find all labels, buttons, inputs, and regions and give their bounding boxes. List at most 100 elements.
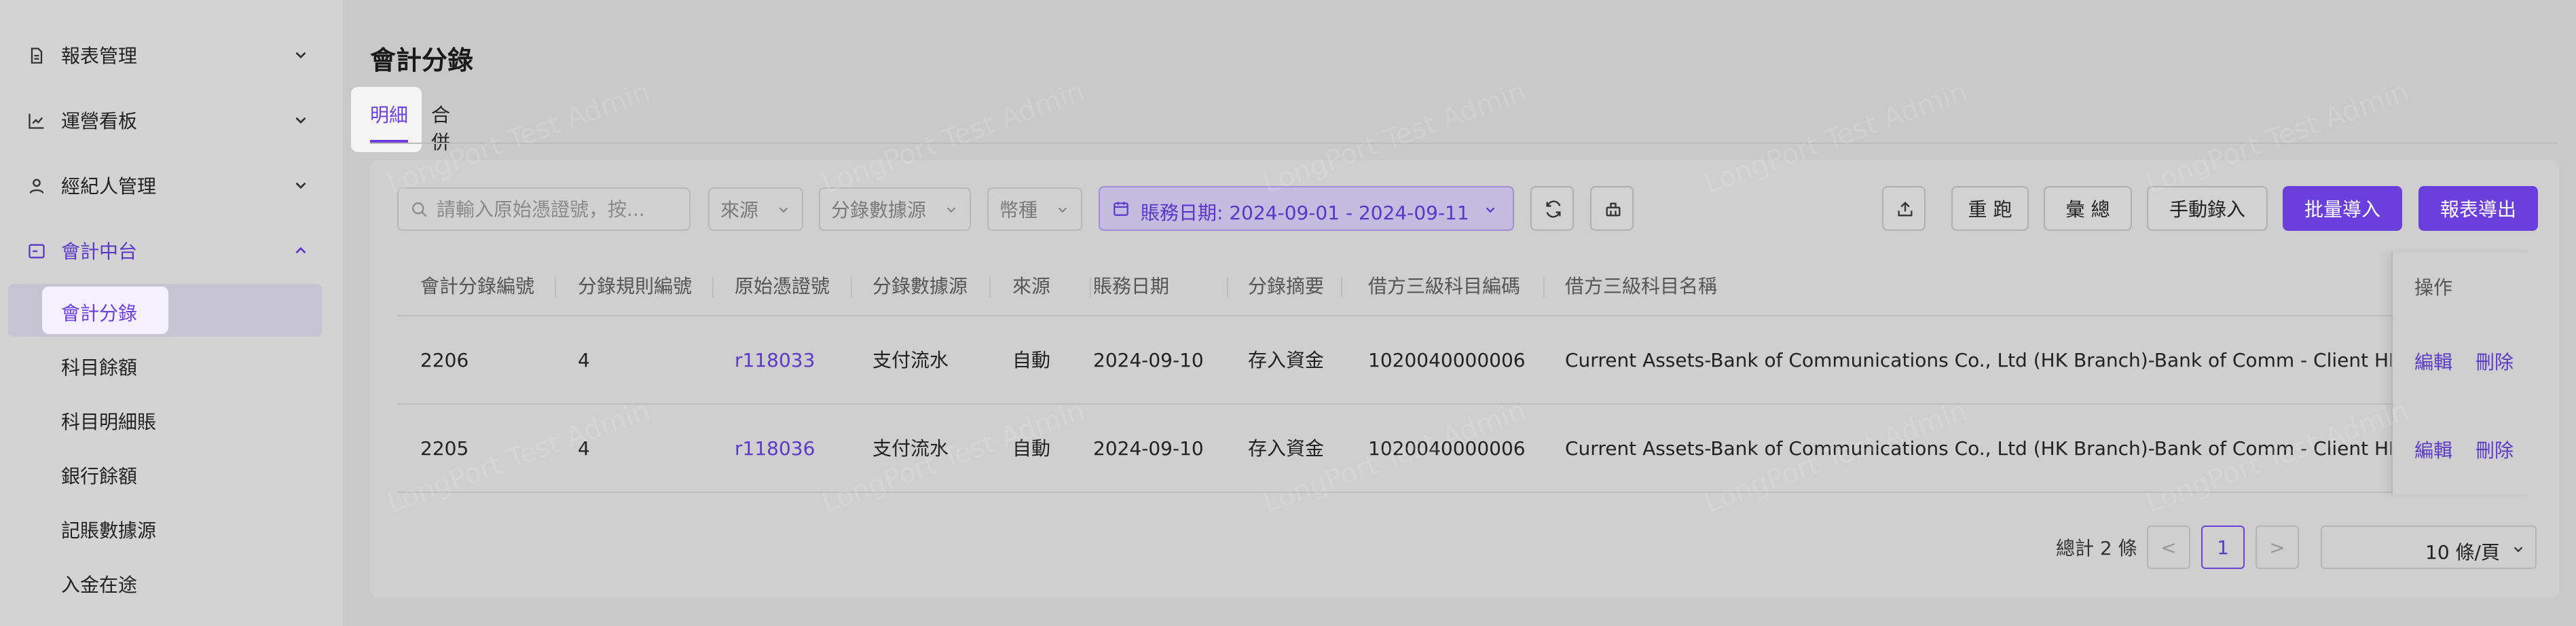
menu-group-dashboard[interactable]: 運營看板 — [0, 90, 343, 151]
column-header: 原始憑證號 — [735, 275, 830, 297]
sidebar-item-accounting-entries[interactable]: 會計分錄 — [8, 284, 322, 337]
column-separator — [555, 277, 556, 297]
date-range-label: 賬務日期: 2024-09-01 - 2024-09-11 — [1141, 202, 1469, 224]
cell-entry-id: 2205 — [420, 437, 469, 460]
divider — [370, 143, 2558, 144]
chevron-down-icon — [295, 52, 306, 59]
report-doc-icon — [31, 48, 43, 64]
page-size-select[interactable]: 10 條/頁 — [2321, 526, 2537, 569]
column-separator — [712, 277, 714, 297]
cell-date: 2024-09-10 — [1093, 437, 1204, 460]
prev-page-button[interactable]: < — [2147, 526, 2190, 569]
column-separator — [1090, 277, 1091, 297]
search-box — [397, 187, 691, 231]
cell-date: 2024-09-10 — [1093, 349, 1204, 371]
column-header: 借方三級科目編碼 — [1368, 275, 1521, 297]
sidebar-item-bank-balance[interactable]: 銀行餘額 — [8, 447, 322, 500]
sidebar-item-label: 科目明細賬 — [61, 411, 157, 433]
user-icon — [29, 179, 44, 194]
broom-icon — [1606, 202, 1621, 217]
cell-rule-id: 4 — [578, 349, 590, 371]
column-header: 借方三級科目名稱 — [1565, 275, 1718, 297]
clear-button[interactable] — [1590, 186, 1634, 231]
menu-group-label: 運營看板 — [61, 110, 138, 132]
sidebar-item-label: 會計分錄 — [61, 302, 138, 325]
line-chart-icon — [29, 113, 44, 129]
summary-button[interactable]: 彙 總 — [2044, 186, 2132, 231]
cell-summary: 存入資金 — [1248, 349, 1325, 371]
batch-import-button[interactable]: 批量導入 — [2283, 186, 2402, 231]
rerun-button[interactable]: 重 跑 — [1951, 186, 2029, 231]
column-header: 分錄規則編號 — [578, 275, 693, 297]
menu-group-reports[interactable]: 報表管理 — [0, 24, 343, 86]
column-header: 分錄數據源 — [872, 275, 968, 297]
menu-group-agents[interactable]: 經紀人管理 — [0, 155, 343, 216]
next-page-button[interactable]: > — [2256, 526, 2299, 569]
actions-column: 操作 編輯 刪除 編輯 刪除 — [2391, 253, 2533, 494]
table-row: 2205 4 r118036 支付流水 自動 2024-09-10 存入資金 1… — [397, 405, 2532, 493]
sidebar-item-ledger[interactable]: 科目明細賬 — [8, 392, 322, 445]
edit-link[interactable]: 編輯 — [2414, 348, 2452, 375]
tab-label: 明細 — [370, 104, 409, 126]
menu-group-label: 會計中台 — [61, 240, 138, 263]
cell-data-source: 支付流水 — [872, 437, 949, 460]
currency-select[interactable]: 幣種 — [987, 187, 1082, 231]
page-number-button[interactable]: 1 — [2201, 526, 2245, 569]
cell-source: 自動 — [1012, 349, 1051, 371]
currency-select-label: 幣種 — [999, 199, 1038, 221]
voucher-link[interactable]: r118036 — [735, 405, 815, 493]
source-select[interactable]: 來源 — [708, 187, 803, 231]
data-source-select-label: 分錄數據源 — [831, 199, 927, 221]
source-select-label: 來源 — [720, 199, 759, 221]
refresh-icon — [1546, 200, 1561, 218]
chevron-down-icon — [295, 117, 306, 124]
sidebar-item-deposit-transit[interactable]: 入金在途 — [8, 555, 322, 608]
column-header: 來源 — [1012, 275, 1051, 297]
column-separator — [1543, 277, 1545, 297]
calendar-icon — [1114, 202, 1128, 216]
column-header: 賬務日期 — [1093, 275, 1170, 297]
cell-debit-name: Current Assets-Bank of Communications Co… — [1565, 437, 2391, 460]
sidebar-item-label: 科目餘額 — [61, 356, 138, 379]
refresh-button[interactable] — [1530, 186, 1574, 231]
sidebar-item-booking-source[interactable]: 記賬數據源 — [8, 501, 322, 554]
column-header-actions: 操作 — [2414, 276, 2453, 299]
column-separator — [989, 277, 991, 297]
tab-merged[interactable]: 合併 — [431, 100, 450, 155]
date-range-filter[interactable]: 賬務日期: 2024-09-01 - 2024-09-11 — [1099, 186, 1514, 231]
cell-debit-code: 1020040000006 — [1368, 349, 1526, 371]
export-icon — [1898, 202, 1913, 217]
sidebar-item-account-balance[interactable]: 科目餘額 — [8, 338, 322, 391]
page-size-label: 10 條/頁 — [2425, 541, 2500, 564]
cell-data-source: 支付流水 — [872, 349, 949, 371]
cell-entry-id: 2206 — [420, 349, 469, 371]
chevron-up-icon — [295, 246, 306, 254]
cell-debit-name: Current Assets-Bank of Communications Co… — [1565, 349, 2391, 371]
menu-group-label: 經紀人管理 — [61, 175, 157, 198]
report-export-button[interactable]: 報表導出 — [2418, 186, 2538, 231]
column-separator — [1227, 277, 1228, 297]
voucher-link[interactable]: r118033 — [735, 316, 815, 405]
delete-link[interactable]: 刪除 — [2476, 436, 2514, 463]
sidebar-item-label: 銀行餘額 — [61, 465, 138, 487]
column-separator — [1341, 277, 1342, 297]
delete-link[interactable]: 刪除 — [2476, 348, 2514, 375]
chevron-down-icon — [946, 207, 956, 213]
menu-group-accounting[interactable]: 會計中台 — [0, 220, 343, 281]
cell-summary: 存入資金 — [1248, 437, 1325, 460]
chevron-down-icon — [295, 182, 306, 189]
cell-debit-code: 1020040000006 — [1368, 437, 1526, 460]
chevron-down-icon — [2514, 547, 2523, 553]
export-icon-button[interactable] — [1882, 186, 1926, 231]
column-separator — [851, 277, 852, 297]
edit-link[interactable]: 編輯 — [2414, 436, 2452, 463]
column-header: 分錄摘要 — [1248, 275, 1325, 297]
calculator-icon — [29, 244, 45, 259]
menu-group-label: 報表管理 — [61, 45, 138, 67]
search-input[interactable] — [399, 189, 689, 229]
pagination-total: 總計 2 條 — [2056, 537, 2137, 559]
data-source-select[interactable]: 分錄數據源 — [819, 187, 971, 231]
cell-source: 自動 — [1012, 437, 1051, 460]
manual-entry-button[interactable]: 手動錄入 — [2147, 186, 2268, 231]
chevron-down-icon — [779, 207, 788, 213]
